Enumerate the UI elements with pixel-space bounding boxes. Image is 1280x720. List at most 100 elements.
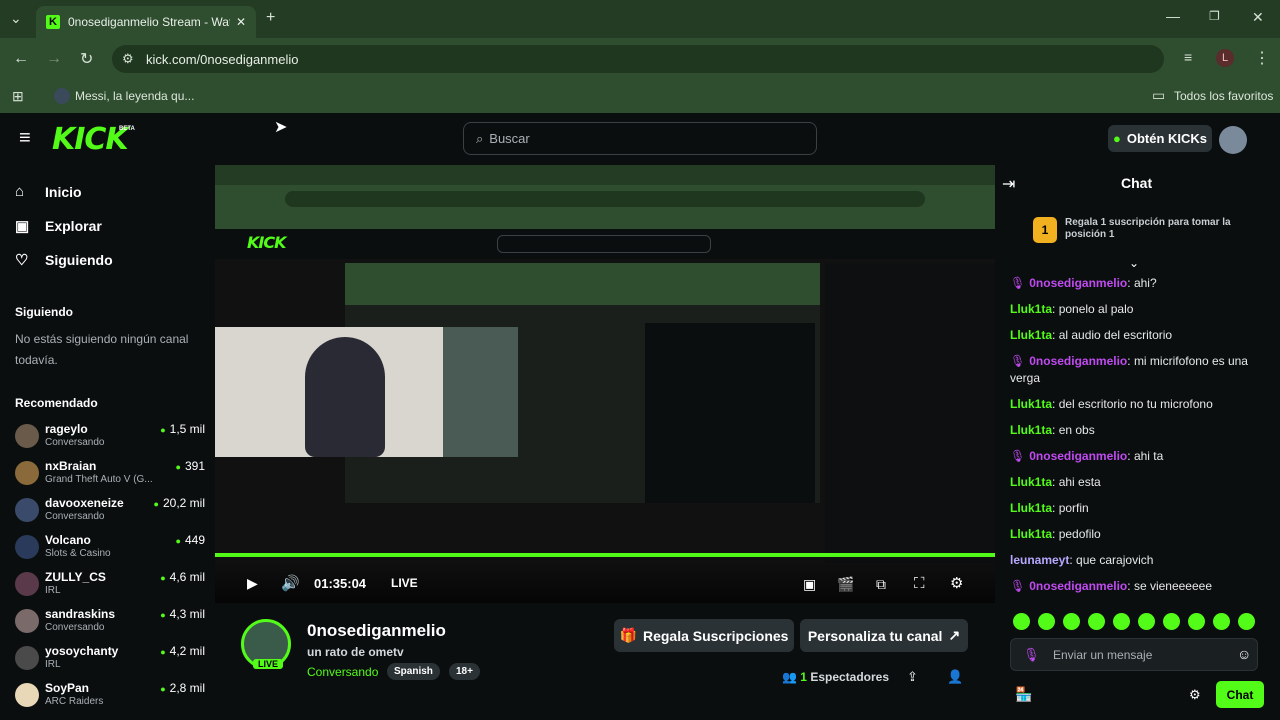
emote-icon[interactable] bbox=[1163, 613, 1180, 630]
stream-time: 01:35:04 bbox=[314, 576, 367, 591]
chat-text: pedofilo bbox=[1058, 527, 1101, 541]
customize-label: Personaliza tu canal bbox=[807, 627, 943, 644]
recommended-channel[interactable]: SoyPanARC Raiders 2,8 mil bbox=[15, 681, 205, 715]
address-bar[interactable]: ⚙ kick.com/0nosediganmelio bbox=[112, 45, 1164, 73]
tag-age[interactable]: 18+ bbox=[449, 663, 480, 680]
chat-user[interactable]: 0nosediganmelio bbox=[1029, 449, 1127, 463]
chat-user[interactable]: Lluk1ta bbox=[1010, 423, 1052, 437]
hamburger-menu-icon[interactable]: ≡ bbox=[19, 127, 31, 150]
apps-grid-icon[interactable]: ⊞ bbox=[12, 88, 24, 105]
mouse-cursor-icon: ➤ bbox=[274, 119, 288, 136]
live-badge: LIVE bbox=[253, 659, 284, 669]
webcam-person bbox=[305, 337, 385, 457]
nav-explore[interactable]: ▣ Explorar bbox=[15, 217, 102, 235]
chat-settings-icon[interactable]: ⚙ bbox=[1189, 687, 1201, 703]
captured-address-bar bbox=[285, 191, 925, 207]
clip-icon[interactable]: 🎬 bbox=[837, 576, 854, 593]
media-icon[interactable]: ≡ bbox=[1184, 49, 1192, 65]
kick-favicon-icon: K bbox=[46, 15, 60, 29]
sub-goal-text[interactable]: Regala 1 suscripción para tomar la posic… bbox=[1065, 217, 1260, 241]
share-icon[interactable]: ⇪ bbox=[907, 669, 918, 685]
send-chat-button[interactable]: Chat bbox=[1216, 681, 1264, 708]
emote-icon[interactable] bbox=[1063, 613, 1080, 630]
chat-input[interactable]: 🎙 Enviar un mensaje ☺ bbox=[1010, 638, 1258, 671]
left-sidebar: ⌂ Inicio ▣ Explorar ♡ Siguiendo Siguiendo N… bbox=[0, 165, 214, 720]
chat-message: Lluk1ta: al audio del escritorio bbox=[1010, 328, 1173, 342]
get-kicks-button[interactable]: ● Obtén KICKs bbox=[1108, 125, 1212, 152]
chat-user[interactable]: 0nosediganmelio bbox=[1029, 276, 1127, 290]
theater-mode-icon[interactable]: ▣ bbox=[803, 576, 816, 593]
menu-dots-icon[interactable]: ⋮ bbox=[1254, 48, 1270, 68]
close-tab-icon[interactable]: ✕ bbox=[236, 15, 246, 29]
chat-user[interactable]: 0nosediganmelio bbox=[1029, 354, 1127, 368]
recommended-channel[interactable]: nxBraianGrand Theft Auto V (G... 391 bbox=[15, 459, 205, 493]
emote-icon[interactable] bbox=[1188, 613, 1205, 630]
stream-category[interactable]: Conversando bbox=[307, 665, 378, 679]
broadcaster-badge-icon: 🎙 bbox=[1010, 354, 1026, 368]
collapse-chat-icon[interactable]: ⇥ bbox=[1002, 174, 1015, 194]
emote-icon[interactable] bbox=[1138, 613, 1155, 630]
chat-user[interactable]: Lluk1ta bbox=[1010, 328, 1052, 342]
chat-user[interactable]: Lluk1ta bbox=[1010, 501, 1052, 515]
maximize-icon[interactable]: ❐ bbox=[1209, 9, 1220, 23]
forward-icon[interactable]: → bbox=[46, 50, 62, 68]
chat-user[interactable]: Lluk1ta bbox=[1010, 302, 1052, 316]
channel-info: LIVE 0nosediganmelio un rato de ometv Co… bbox=[215, 603, 995, 720]
emote-icon[interactable] bbox=[1088, 613, 1105, 630]
site-settings-icon[interactable]: ⚙ bbox=[122, 51, 134, 67]
tab-search-icon[interactable]: ⌄ bbox=[10, 10, 22, 27]
recommended-channel[interactable]: VolcanoSlots & Casino 449 bbox=[15, 533, 205, 567]
kick-logo[interactable]: KICK bbox=[52, 122, 129, 157]
chat-message: Lluk1ta: ahi esta bbox=[1010, 475, 1101, 489]
bookmark-item[interactable]: Messi, la leyenda qu... bbox=[75, 89, 194, 103]
captured-search bbox=[497, 235, 711, 253]
gift-subs-button[interactable]: 🎁 Regala Suscripciones bbox=[614, 619, 794, 652]
emote-icon[interactable] bbox=[1013, 613, 1030, 630]
store-icon[interactable]: 🏪 bbox=[1015, 686, 1032, 703]
minimize-icon[interactable]: — bbox=[1166, 8, 1180, 24]
bookmarks-bar: ⊞ Messi, la leyenda qu... ▭ Todos los fa… bbox=[0, 80, 1280, 113]
play-icon[interactable]: ▶ bbox=[247, 575, 258, 592]
recommended-channel[interactable]: ZULLY_CSIRL 4,6 mil bbox=[15, 570, 205, 604]
back-icon[interactable]: ← bbox=[13, 50, 29, 68]
emote-icon[interactable] bbox=[1238, 613, 1255, 630]
search-icon: ⌕ bbox=[476, 130, 484, 146]
stream-video[interactable]: KICK bbox=[215, 165, 995, 603]
emoji-icon[interactable]: ☺ bbox=[1237, 646, 1251, 662]
browser-tab[interactable]: K 0nosediganmelio Stream - Wat ✕ bbox=[36, 6, 256, 38]
user-avatar[interactable] bbox=[1219, 126, 1247, 154]
settings-icon[interactable]: ⚙ bbox=[950, 574, 963, 592]
follow-user-icon[interactable]: 👤 bbox=[947, 669, 963, 685]
customize-channel-button[interactable]: Personaliza tu canal ↗ bbox=[800, 619, 968, 652]
emote-icon[interactable] bbox=[1038, 613, 1055, 630]
emote-icon[interactable] bbox=[1213, 613, 1230, 630]
emote-icon[interactable] bbox=[1113, 613, 1130, 630]
volume-icon[interactable]: 🔊 bbox=[281, 574, 300, 592]
chat-user[interactable]: Lluk1ta bbox=[1010, 527, 1052, 541]
nav-following[interactable]: ♡ Siguiendo bbox=[15, 251, 113, 269]
fullscreen-icon[interactable]: ⛶ bbox=[914, 575, 925, 592]
viewer-count: 2,8 mil bbox=[160, 681, 205, 695]
new-tab-icon[interactable]: + bbox=[266, 9, 275, 27]
recommended-channel[interactable]: davooxeneizeConversando 20,2 mil bbox=[15, 496, 205, 530]
chat-user[interactable]: 0nosediganmelio bbox=[1029, 579, 1127, 593]
emote-bar bbox=[1013, 613, 1263, 630]
recommended-channel[interactable]: sandraskinsConversando 4,3 mil bbox=[15, 607, 205, 641]
nav-home[interactable]: ⌂ Inicio bbox=[15, 183, 82, 200]
gift-subs-label: Regala Suscripciones bbox=[642, 627, 789, 644]
channel-name[interactable]: 0nosediganmelio bbox=[307, 621, 446, 641]
recommended-channel[interactable]: rageyloConversando 1,5 mil bbox=[15, 422, 205, 456]
close-window-icon[interactable]: ✕ bbox=[1252, 9, 1264, 26]
chat-user[interactable]: leunameyt bbox=[1010, 553, 1069, 567]
chat-user[interactable]: Lluk1ta bbox=[1010, 397, 1052, 411]
all-bookmarks[interactable]: Todos los favoritos bbox=[1174, 89, 1273, 103]
tag-language[interactable]: Spanish bbox=[387, 663, 440, 680]
profile-avatar[interactable]: L bbox=[1216, 49, 1234, 67]
pinned-expand-icon[interactable]: ⌄ bbox=[1129, 256, 1139, 270]
chat-user[interactable]: Lluk1ta bbox=[1010, 475, 1052, 489]
broadcaster-badge-icon: 🎙 bbox=[1010, 449, 1026, 463]
search-input[interactable]: ⌕ Buscar bbox=[463, 122, 817, 155]
reload-icon[interactable]: ↻ bbox=[80, 49, 93, 69]
picture-in-picture-icon[interactable]: ⧉ bbox=[876, 576, 886, 593]
recommended-channel[interactable]: yosoychantyIRL 4,2 mil bbox=[15, 644, 205, 678]
